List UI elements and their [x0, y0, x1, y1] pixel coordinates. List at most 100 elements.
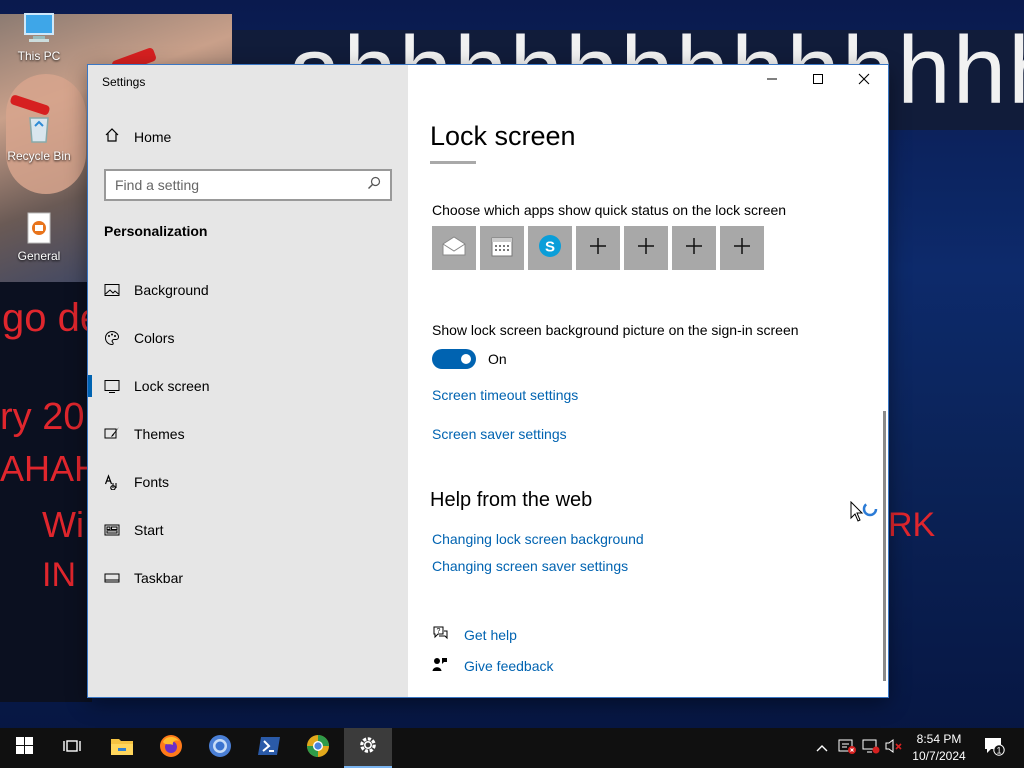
sidebar-item-taskbar[interactable]: Taskbar	[88, 554, 408, 602]
plus-icon	[733, 237, 751, 260]
quick-status-add[interactable]	[672, 226, 716, 270]
search-input[interactable]: Find a setting	[104, 169, 392, 201]
taskbar-powershell[interactable]	[245, 728, 293, 768]
settings-window: Settings Home Find a setting Personaliza…	[88, 65, 888, 697]
get-help-link[interactable]: ? Get help	[432, 625, 517, 644]
signin-picture-toggle[interactable]	[432, 349, 476, 369]
feedback-icon	[432, 656, 448, 675]
network-icon	[862, 738, 880, 759]
maximize-button[interactable]	[795, 65, 841, 97]
file-explorer-icon	[110, 736, 134, 761]
plus-icon	[685, 237, 703, 260]
svg-text:?: ?	[437, 628, 441, 635]
mouse-cursor	[850, 500, 886, 528]
plus-icon	[637, 237, 655, 260]
start-menu-icon	[104, 522, 120, 538]
sidebar-nav: Background Colors Lock screen Themes Fon…	[88, 266, 408, 602]
action-center-button[interactable]: 1	[980, 728, 1008, 768]
content-scrollbar[interactable]	[883, 411, 886, 681]
section-title: Personalization	[104, 223, 208, 239]
start-button[interactable]	[0, 728, 48, 768]
taskbar-file-explorer[interactable]	[98, 728, 146, 768]
help-chat-icon: ?	[432, 625, 448, 644]
home-link[interactable]: Home	[104, 127, 171, 146]
recycle-bin-icon	[21, 110, 57, 146]
quick-status-mail[interactable]	[432, 226, 476, 270]
sidebar-item-colors[interactable]: Colors	[88, 314, 408, 362]
taskbar-settings[interactable]	[344, 728, 392, 768]
sidebar-item-lock-screen[interactable]: Lock screen	[88, 362, 408, 410]
get-help-label: Get help	[464, 626, 517, 643]
sidebar-item-label: Themes	[134, 426, 185, 442]
desktop-icon-label: Recycle Bin	[7, 149, 71, 163]
minimize-button[interactable]	[749, 65, 795, 97]
svg-text:S: S	[545, 238, 555, 255]
tray-network[interactable]	[860, 728, 882, 768]
notification-icon: 1	[983, 736, 1005, 761]
notification-count: 1	[996, 745, 1001, 755]
help-section-title: Help from the web	[430, 489, 593, 511]
sidebar-item-label: Colors	[134, 330, 175, 346]
quick-status-add[interactable]	[576, 226, 620, 270]
home-icon	[104, 127, 120, 146]
taskbar-icon	[104, 570, 120, 586]
screen-saver-link[interactable]: Screen saver settings	[432, 426, 567, 442]
task-view-button[interactable]	[48, 728, 96, 768]
signin-picture-label: Show lock screen background picture on t…	[432, 322, 799, 338]
sidebar-item-background[interactable]: Background	[88, 266, 408, 314]
quick-status-add[interactable]	[624, 226, 668, 270]
chrome-canary-icon	[306, 734, 330, 763]
tray-security[interactable]	[836, 728, 858, 768]
taskbar-clock[interactable]: 8:54 PM 10/7/2024	[902, 731, 976, 765]
settings-sidebar: Settings Home Find a setting Personaliza…	[88, 65, 408, 697]
sidebar-item-label: Taskbar	[134, 570, 184, 586]
brush-icon	[104, 426, 120, 442]
title-underline	[430, 161, 476, 164]
desktop-icon-general[interactable]: General	[1, 210, 77, 263]
taskbar-firefox[interactable]	[147, 728, 195, 768]
calendar-icon	[490, 234, 514, 263]
desktop-icon-recycle-bin[interactable]: Recycle Bin	[1, 110, 77, 163]
quick-status-calendar[interactable]	[480, 226, 524, 270]
quick-status-label: Choose which apps show quick status on t…	[432, 202, 787, 218]
settings-content: Lock screen Choose which apps show quick…	[408, 65, 888, 697]
sidebar-item-label: Background	[134, 282, 209, 298]
sidebar-item-start[interactable]: Start	[88, 506, 408, 554]
shield-warning-icon	[838, 737, 856, 760]
skype-icon: S	[537, 233, 563, 264]
taskbar-chrome[interactable]	[196, 728, 244, 768]
taskbar-chrome-canary[interactable]	[294, 728, 342, 768]
wallpaper-red-text: RK	[888, 506, 936, 544]
toggle-state-label: On	[488, 351, 507, 367]
powershell-icon	[257, 736, 281, 761]
quick-status-apps: S	[432, 226, 764, 270]
tray-volume[interactable]	[884, 728, 904, 768]
lock-screen-icon	[104, 378, 120, 394]
tray-overflow-button[interactable]	[812, 728, 832, 768]
firefox-icon	[159, 734, 183, 763]
search-placeholder: Find a setting	[115, 177, 200, 193]
give-feedback-link[interactable]: Give feedback	[432, 656, 554, 675]
chevron-up-icon	[816, 739, 828, 757]
wallpaper-dark-strip	[0, 282, 92, 702]
quick-status-add[interactable]	[720, 226, 764, 270]
screen-timeout-link[interactable]: Screen timeout settings	[432, 387, 578, 403]
volume-muted-icon	[885, 738, 903, 759]
picture-icon	[104, 282, 120, 298]
close-icon	[858, 72, 870, 90]
quick-status-skype[interactable]: S	[528, 226, 572, 270]
close-button[interactable]	[841, 65, 887, 97]
taskbar: 8:54 PM 10/7/2024 1	[0, 728, 1024, 768]
sidebar-item-themes[interactable]: Themes	[88, 410, 408, 458]
wallpaper-red-text: IN	[42, 556, 76, 594]
wallpaper-red-text: AHAH	[0, 448, 101, 489]
clock-time: 8:54 PM	[916, 732, 962, 746]
sidebar-item-fonts[interactable]: Fonts	[88, 458, 408, 506]
window-title: Settings	[102, 75, 146, 89]
help-link-lock-screen-background[interactable]: Changing lock screen background	[432, 531, 644, 547]
wallpaper-red-text: Wi	[42, 504, 84, 545]
desktop-icon-this-pc[interactable]: This PC	[1, 10, 77, 63]
signin-picture-toggle-row: On	[432, 349, 507, 369]
computer-icon	[21, 10, 57, 46]
help-link-screen-saver[interactable]: Changing screen saver settings	[432, 558, 628, 574]
